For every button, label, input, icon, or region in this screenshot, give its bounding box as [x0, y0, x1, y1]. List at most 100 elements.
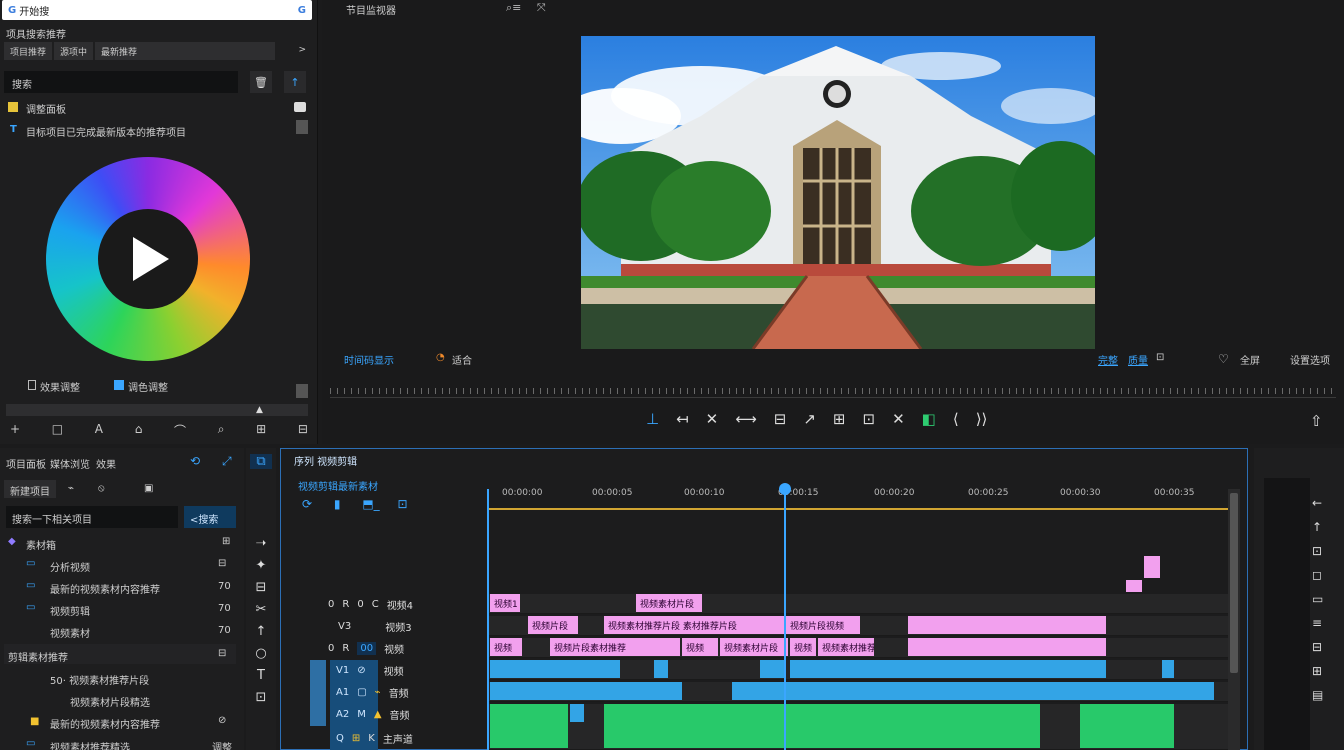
snap-icon[interactable]: ⟳ — [302, 497, 312, 511]
track-toggle[interactable]: 0 — [328, 643, 334, 654]
grid-icon[interactable]: ⊞ — [1312, 664, 1323, 678]
audio-clip[interactable] — [654, 660, 668, 678]
mark-out-icon[interactable]: ↤ — [676, 410, 689, 428]
video-clip[interactable]: 视频片段素材推荐 — [550, 638, 680, 656]
video-clip[interactable]: 视频素材片段 — [720, 638, 788, 656]
list-item[interactable]: 50· 视频素材推荐片段 — [50, 672, 149, 687]
audio-clip[interactable] — [490, 660, 620, 678]
footer-color-label[interactable]: 调色调整 — [128, 379, 168, 394]
track-target[interactable]: Q — [336, 733, 344, 744]
track-target[interactable]: C — [372, 599, 379, 610]
trash-icon[interactable]: 🗑 — [250, 71, 272, 93]
video-clip[interactable]: 视频素材推荐片段 — [818, 638, 874, 656]
scroll-thumb-bottom[interactable] — [296, 384, 308, 398]
ellipse-tool-icon[interactable]: ○ — [255, 646, 266, 661]
mute-icon[interactable]: M — [357, 709, 366, 720]
mark-in-icon[interactable]: ⊥ — [646, 410, 659, 428]
solo-icon[interactable]: ⌁ — [375, 687, 381, 698]
project-search-button[interactable]: <搜索 — [184, 506, 236, 528]
search-go-icon[interactable]: G — [298, 5, 306, 16]
camera-icon[interactable] — [294, 102, 306, 112]
heart-icon[interactable]: ♡ — [1218, 352, 1229, 366]
upload-icon[interactable]: ↑ — [284, 71, 306, 93]
minus-box-icon[interactable]: ⊟ — [298, 422, 308, 440]
list-item-action[interactable]: 调整 — [212, 739, 232, 750]
audio-clip[interactable] — [570, 704, 584, 722]
solo-icon[interactable]: ▲ — [374, 709, 382, 720]
add-icon[interactable]: + — [10, 422, 20, 440]
fit-dropdown[interactable]: 适合 — [452, 352, 472, 367]
video-clip[interactable] — [908, 616, 1106, 634]
track-lock[interactable]: R — [342, 643, 349, 654]
video-clip[interactable]: 视频 — [490, 638, 522, 656]
video-clip[interactable] — [1126, 580, 1142, 592]
video-clip[interactable]: 视频素材片段 — [636, 594, 702, 612]
list-icon[interactable]: ▤ — [1312, 688, 1323, 702]
track-target[interactable]: A1 — [336, 687, 349, 698]
add-marker-icon[interactable]: ⬒_ — [362, 497, 379, 511]
audio-clip[interactable] — [604, 704, 1040, 748]
audio-clip[interactable] — [1080, 704, 1174, 748]
full-quality-button[interactable]: 完整 — [1098, 352, 1118, 367]
refresh-icon[interactable]: ⟲ — [190, 454, 200, 468]
track-lock[interactable]: R — [342, 599, 349, 610]
lift-icon[interactable]: ↗ — [803, 410, 816, 428]
playhead-handle[interactable] — [779, 483, 791, 495]
rect-icon[interactable]: ▭ — [1312, 592, 1323, 606]
video-clip[interactable] — [908, 638, 1106, 656]
next-icon[interactable]: ⟩⟩ — [976, 410, 988, 428]
sequence-title[interactable]: 序列 视频剪辑 — [294, 453, 357, 468]
list-item[interactable]: 最新的视频素材内容推荐 — [50, 716, 160, 731]
video-clip[interactable]: 视频片段视频 — [786, 616, 860, 634]
list-item[interactable]: 视频素材 — [50, 625, 90, 640]
video-clip[interactable]: 视频素材推荐片段 素材推荐片段 — [604, 616, 784, 634]
tab-recommend[interactable]: 项目推荐 — [4, 42, 53, 60]
track-target[interactable]: A2 — [336, 709, 349, 720]
video-clip[interactable]: 视频1 — [490, 594, 520, 612]
slip-icon[interactable]: ↑ — [256, 624, 267, 639]
list-item[interactable]: 视频素材片段精选 — [70, 694, 150, 709]
zoom-icon[interactable]: ⌕ — [218, 422, 225, 440]
video-clip[interactable]: 视频片段 — [528, 616, 578, 634]
list-item-action-icon[interactable]: ⊘ — [218, 715, 226, 726]
audio-clip[interactable] — [732, 682, 1214, 700]
audio-clip[interactable] — [490, 682, 682, 700]
go-to-icon[interactable]: ⟷ — [735, 410, 757, 428]
track-target[interactable]: V1 — [336, 665, 349, 676]
expand-icon-2[interactable]: ⤢ — [222, 454, 232, 469]
mute-icon[interactable]: ▢ — [357, 687, 366, 698]
fit-icon[interactable]: ◔ — [436, 352, 445, 363]
arrow-up-icon[interactable]: ↑ — [1312, 520, 1323, 534]
export-frame-icon[interactable]: ⊡ — [862, 410, 875, 428]
list-item[interactable]: 分析视频 — [50, 559, 90, 574]
ripple-edit-icon[interactable]: ✦ — [256, 558, 267, 573]
frame-icon[interactable]: ⊡ — [1312, 544, 1323, 558]
extract-icon[interactable]: ⊞ — [833, 410, 846, 428]
playhead[interactable] — [784, 489, 786, 750]
arrow-left-icon[interactable]: ← — [1312, 496, 1323, 510]
box-icon[interactable]: □ — [52, 422, 63, 440]
timeline-ruler[interactable]: 00:00:00 00:00:05 00:00:10 00:00:15 00:0… — [488, 486, 1228, 510]
track-keyframe-icon[interactable]: K — [368, 733, 375, 744]
panel-scrollbar[interactable] — [296, 120, 308, 400]
track-label[interactable]: V3 — [338, 621, 351, 632]
scroll-thumb[interactable] — [296, 120, 308, 134]
track-sync[interactable]: 0 — [357, 599, 363, 610]
tab-source[interactable]: 源项中 — [54, 42, 94, 60]
quality-button[interactable]: 质量 — [1128, 352, 1148, 367]
step-icon[interactable]: ⊟ — [774, 410, 787, 428]
safe-margins-icon[interactable]: ⊡ — [1156, 352, 1164, 363]
horizontal-scrollbar[interactable]: ▲ — [6, 404, 308, 416]
voiceover-icon[interactable]: ⊞ — [352, 733, 360, 744]
type-tool-icon[interactable]: T — [257, 668, 265, 683]
bin-icon[interactable]: ▣ — [144, 483, 153, 494]
rate-stretch-icon[interactable]: ⊟ — [256, 580, 267, 595]
scroll-arrow-icon[interactable]: ▲ — [256, 405, 263, 415]
effects-search-field[interactable]: 搜索 — [4, 71, 238, 93]
clear-icon[interactable]: ✕ — [706, 410, 719, 428]
list-item[interactable]: 视频剪辑 — [50, 603, 90, 618]
eye-icon[interactable]: ⊘ — [357, 665, 365, 676]
timecode-display[interactable]: 时间码显示 — [344, 352, 394, 367]
home-icon[interactable]: ⌂ — [135, 422, 143, 440]
track-target[interactable]: 00 — [357, 641, 377, 655]
